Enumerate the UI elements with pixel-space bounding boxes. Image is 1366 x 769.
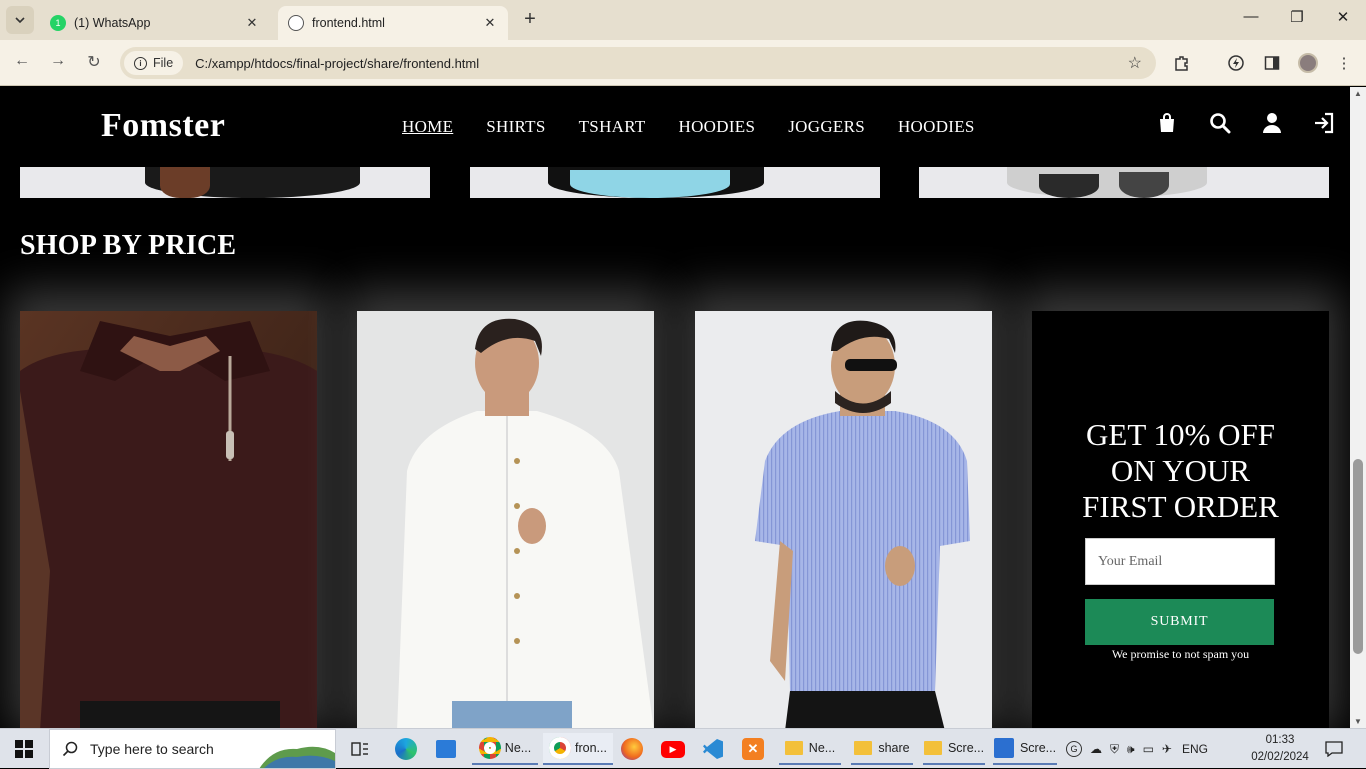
whatsapp-icon: 1 <box>50 15 66 31</box>
taskbar-app-paint[interactable]: Scre... <box>993 733 1057 765</box>
store-icon[interactable] <box>432 733 460 765</box>
browser-toolbar: ← → ↻ i File C:/xampp/htdocs/final-proje… <box>0 40 1366 86</box>
forward-arrow-icon[interactable]: → <box>48 52 68 70</box>
scroll-down-arrow-icon[interactable]: ▼ <box>1350 717 1366 726</box>
volume-icon[interactable]: 🕪 <box>1127 742 1135 757</box>
product-card[interactable] <box>20 311 317 728</box>
restore-button[interactable]: ❐ <box>1274 8 1320 26</box>
windows-taskbar: Type here to search Ne... fron... ▶ ✕ Ne… <box>0 728 1366 769</box>
product-card[interactable] <box>695 311 992 728</box>
chrome-icon <box>478 737 501 759</box>
close-icon[interactable]: ✕ <box>244 15 260 31</box>
nav-home[interactable]: HOME <box>402 117 453 137</box>
nav-hoodies[interactable]: HOODIES <box>679 117 756 137</box>
folder-icon <box>854 741 873 755</box>
taskbar-app-folder-3[interactable]: Scre... <box>923 733 985 765</box>
window-close-button[interactable]: ✕ <box>1320 8 1366 26</box>
tab-frontend[interactable]: frontend.html ✕ <box>278 6 508 40</box>
notification-icon[interactable] <box>1322 729 1346 769</box>
tab-title: frontend.html <box>312 16 385 30</box>
search-icon <box>62 741 78 757</box>
promo-heading: GET 10% OFF ON YOUR FIRST ORDER <box>1082 417 1279 524</box>
back-arrow-icon[interactable]: ← <box>12 52 32 70</box>
discount-signup-card: GET 10% OFF ON YOUR FIRST ORDER SUBMIT W… <box>1032 311 1329 728</box>
chrome-icon <box>549 737 572 759</box>
scrollbar-thumb[interactable] <box>1353 459 1363 654</box>
extensions-icon[interactable] <box>1171 52 1193 74</box>
category-card-partial[interactable] <box>470 167 880 198</box>
search-placeholder: Type here to search <box>90 741 214 757</box>
taskbar-app-chrome-1[interactable]: Ne... <box>472 733 538 765</box>
reload-icon[interactable]: ↻ <box>84 52 104 72</box>
user-icon[interactable] <box>1260 111 1284 135</box>
start-button[interactable] <box>0 729 48 769</box>
url-text[interactable]: C:/xampp/htdocs/final-project/share/fron… <box>195 56 1128 71</box>
folder-icon <box>784 741 803 755</box>
chevron-down-icon <box>15 17 25 24</box>
search-highlight-illustration-icon <box>259 746 335 768</box>
product-image-blue-shirt <box>695 311 992 728</box>
page-scrollbar[interactable]: ▲ ▼ <box>1350 87 1366 728</box>
battery-icon[interactable]: ▭ <box>1143 742 1154 756</box>
menu-kebab-icon[interactable]: ⋮ <box>1333 52 1355 74</box>
section-title: SHOP BY PRICE <box>20 230 237 261</box>
taskbar-app-folder-2[interactable]: share <box>851 733 913 765</box>
tab-whatsapp[interactable]: 1 (1) WhatsApp ✕ <box>40 6 270 40</box>
nav-tshart[interactable]: TSHART <box>579 117 646 137</box>
side-panel-icon[interactable] <box>1261 52 1283 74</box>
security-icon[interactable]: ⛨ <box>1110 742 1119 757</box>
language-indicator[interactable]: ENG <box>1182 742 1208 756</box>
profile-avatar[interactable] <box>1297 52 1319 74</box>
page-viewport: Fomster HOME SHIRTS TSHART HOODIES JOGGE… <box>0 87 1350 728</box>
tab-title: (1) WhatsApp <box>74 16 151 30</box>
category-card-partial[interactable] <box>20 167 430 198</box>
youtube-icon[interactable]: ▶ <box>659 733 687 765</box>
folder-icon <box>923 741 942 755</box>
xampp-icon[interactable]: ✕ <box>739 733 767 765</box>
login-icon[interactable] <box>1312 111 1336 135</box>
address-bar[interactable]: i File C:/xampp/htdocs/final-project/sha… <box>120 47 1156 79</box>
onedrive-icon[interactable]: ☁ <box>1090 742 1102 756</box>
grammarly-icon[interactable]: G <box>1066 741 1082 757</box>
product-image-white-shirt <box>357 311 654 728</box>
windows-logo-icon <box>15 740 33 758</box>
nav-shirts[interactable]: SHIRTS <box>486 117 545 137</box>
edge-icon[interactable] <box>392 733 420 765</box>
site-logo[interactable]: Fomster <box>101 107 225 145</box>
tab-search-button[interactable] <box>6 6 34 34</box>
new-tab-button[interactable]: + <box>518 8 542 31</box>
main-nav: HOME SHIRTS TSHART HOODIES JOGGERS HOODI… <box>402 117 1008 137</box>
taskbar-app-chrome-2[interactable]: fron... <box>543 733 613 765</box>
scroll-up-arrow-icon[interactable]: ▲ <box>1350 89 1366 98</box>
product-card[interactable] <box>357 311 654 728</box>
vscode-icon[interactable] <box>699 733 727 765</box>
email-field[interactable] <box>1085 538 1275 585</box>
nav-hoodies-2[interactable]: HOODIES <box>898 117 975 137</box>
globe-icon <box>288 15 304 31</box>
close-icon[interactable]: ✕ <box>482 15 498 31</box>
task-view-icon[interactable] <box>346 733 374 765</box>
search-icon[interactable] <box>1208 111 1232 135</box>
network-icon[interactable]: ✈ <box>1162 742 1172 756</box>
browser-tab-strip: 1 (1) WhatsApp ✕ frontend.html ✕ + — ❐ ✕ <box>0 0 1366 40</box>
minimize-button[interactable]: — <box>1228 8 1274 25</box>
bookmark-star-icon[interactable]: ☆ <box>1128 53 1142 73</box>
taskbar-clock[interactable]: 01:33 02/02/2024 <box>1247 732 1313 766</box>
firefox-icon[interactable] <box>618 733 646 765</box>
performance-icon[interactable] <box>1225 52 1247 74</box>
site-info-chip[interactable]: i File <box>124 51 184 75</box>
category-card-partial[interactable] <box>919 167 1329 198</box>
shopping-bag-icon[interactable] <box>1155 111 1179 135</box>
chip-label: File <box>153 56 174 70</box>
submit-button[interactable]: SUBMIT <box>1085 599 1274 645</box>
taskbar-app-folder-1[interactable]: Ne... <box>779 733 841 765</box>
nav-joggers[interactable]: JOGGERS <box>788 117 865 137</box>
taskbar-search-box[interactable]: Type here to search <box>49 729 336 769</box>
product-image-brown-polo <box>20 311 317 728</box>
paint-icon <box>993 738 1014 758</box>
site-header: Fomster HOME SHIRTS TSHART HOODIES JOGGE… <box>0 87 1350 167</box>
system-tray: G ☁ ⛨ 🕪 ▭ ✈ ENG <box>1066 729 1208 769</box>
info-icon: i <box>134 56 147 70</box>
no-spam-note: We promise to not spam you <box>1111 647 1250 661</box>
